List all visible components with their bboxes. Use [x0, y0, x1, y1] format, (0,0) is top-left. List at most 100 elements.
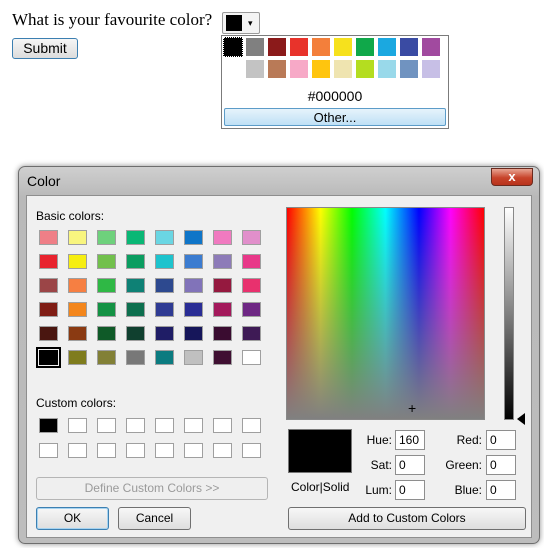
sat-field[interactable]: 0	[395, 455, 425, 475]
basic-color-swatch[interactable]	[242, 230, 261, 245]
basic-color-swatch[interactable]	[39, 278, 58, 293]
palette-swatch[interactable]	[268, 60, 286, 78]
basic-color-swatch[interactable]	[213, 302, 232, 317]
basic-color-swatch[interactable]	[155, 350, 174, 365]
color-dropdown-button[interactable]: ▾	[222, 12, 260, 34]
basic-color-swatch[interactable]	[68, 350, 87, 365]
basic-color-swatch[interactable]	[126, 278, 145, 293]
basic-color-swatch[interactable]	[68, 326, 87, 341]
palette-swatch[interactable]	[356, 60, 374, 78]
basic-color-swatch[interactable]	[68, 302, 87, 317]
basic-color-swatch[interactable]	[155, 230, 174, 245]
red-field[interactable]: 0	[486, 430, 516, 450]
color-spectrum[interactable]: +	[286, 207, 485, 420]
basic-color-swatch[interactable]	[97, 326, 116, 341]
custom-color-swatch[interactable]	[213, 443, 232, 458]
basic-color-swatch[interactable]	[97, 278, 116, 293]
other-colors-button[interactable]: Other...	[224, 108, 446, 126]
basic-color-swatch[interactable]	[184, 350, 203, 365]
basic-color-swatch[interactable]	[155, 254, 174, 269]
basic-color-swatch[interactable]	[39, 326, 58, 341]
basic-color-swatch[interactable]	[242, 326, 261, 341]
basic-color-swatch[interactable]	[213, 326, 232, 341]
basic-color-swatch[interactable]	[242, 278, 261, 293]
custom-color-swatch[interactable]	[184, 418, 203, 433]
basic-color-swatch[interactable]	[213, 278, 232, 293]
custom-color-swatch[interactable]	[155, 443, 174, 458]
basic-color-swatch[interactable]	[126, 254, 145, 269]
hue-field[interactable]: 160	[395, 430, 425, 450]
custom-color-swatch[interactable]	[242, 418, 261, 433]
palette-swatch[interactable]	[290, 60, 308, 78]
palette-swatch[interactable]	[400, 60, 418, 78]
basic-color-swatch[interactable]	[68, 254, 87, 269]
blue-field[interactable]: 0	[486, 480, 516, 500]
basic-color-swatch[interactable]	[126, 350, 145, 365]
basic-color-swatch[interactable]	[242, 350, 261, 365]
custom-color-swatch[interactable]	[213, 418, 232, 433]
palette-swatch[interactable]	[312, 60, 330, 78]
palette-swatch[interactable]	[246, 60, 264, 78]
custom-color-swatch[interactable]	[39, 443, 58, 458]
custom-color-swatch[interactable]	[97, 418, 116, 433]
palette-swatch[interactable]	[223, 37, 243, 57]
basic-color-swatch[interactable]	[97, 230, 116, 245]
custom-color-swatch[interactable]	[97, 443, 116, 458]
palette-swatch[interactable]	[422, 60, 440, 78]
basic-color-swatch[interactable]	[155, 302, 174, 317]
basic-color-swatch[interactable]	[39, 230, 58, 245]
green-field[interactable]: 0	[486, 455, 516, 475]
basic-color-swatch[interactable]	[184, 326, 203, 341]
basic-color-swatch[interactable]	[39, 254, 58, 269]
palette-swatch[interactable]	[422, 38, 440, 56]
palette-swatch[interactable]	[378, 60, 396, 78]
basic-color-swatch[interactable]	[242, 254, 261, 269]
cancel-button[interactable]: Cancel	[118, 507, 191, 530]
palette-swatch[interactable]	[378, 38, 396, 56]
custom-color-swatch[interactable]	[242, 443, 261, 458]
basic-color-swatch[interactable]	[97, 302, 116, 317]
luminosity-slider[interactable]	[504, 207, 514, 420]
basic-color-swatch[interactable]	[184, 254, 203, 269]
basic-color-swatch[interactable]	[155, 278, 174, 293]
palette-swatch[interactable]	[334, 38, 352, 56]
basic-color-swatch[interactable]	[68, 230, 87, 245]
ok-button[interactable]: OK	[36, 507, 109, 530]
close-button[interactable]: x	[491, 168, 533, 186]
palette-swatch[interactable]	[224, 60, 242, 78]
add-to-custom-colors-button[interactable]: Add to Custom Colors	[288, 507, 526, 530]
basic-color-swatch[interactable]	[97, 254, 116, 269]
palette-swatch[interactable]	[334, 60, 352, 78]
palette-swatch[interactable]	[312, 38, 330, 56]
palette-swatch[interactable]	[246, 38, 264, 56]
custom-color-swatch[interactable]	[184, 443, 203, 458]
basic-color-swatch[interactable]	[184, 230, 203, 245]
basic-color-swatch[interactable]	[184, 302, 203, 317]
custom-color-swatch[interactable]	[68, 418, 87, 433]
custom-color-swatch[interactable]	[155, 418, 174, 433]
palette-swatch[interactable]	[400, 38, 418, 56]
custom-color-swatch[interactable]	[126, 443, 145, 458]
basic-color-swatch[interactable]	[242, 302, 261, 317]
basic-color-swatch[interactable]	[184, 278, 203, 293]
custom-color-swatch[interactable]	[126, 418, 145, 433]
basic-color-swatch[interactable]	[39, 302, 58, 317]
palette-swatch[interactable]	[290, 38, 308, 56]
basic-color-swatch[interactable]	[213, 254, 232, 269]
basic-color-swatch[interactable]	[155, 326, 174, 341]
custom-color-swatch[interactable]	[39, 418, 58, 433]
basic-color-swatch[interactable]	[213, 230, 232, 245]
custom-color-swatch[interactable]	[68, 443, 87, 458]
basic-color-swatch[interactable]	[126, 326, 145, 341]
basic-color-swatch[interactable]	[36, 347, 61, 368]
define-custom-colors-button[interactable]: Define Custom Colors >>	[36, 477, 268, 500]
palette-swatch[interactable]	[268, 38, 286, 56]
lum-field[interactable]: 0	[395, 480, 425, 500]
palette-swatch[interactable]	[356, 38, 374, 56]
basic-color-swatch[interactable]	[126, 302, 145, 317]
basic-color-swatch[interactable]	[68, 278, 87, 293]
submit-button[interactable]: Submit	[12, 38, 78, 59]
basic-color-swatch[interactable]	[97, 350, 116, 365]
luminosity-arrow-icon[interactable]	[517, 413, 525, 425]
basic-color-swatch[interactable]	[213, 350, 232, 365]
